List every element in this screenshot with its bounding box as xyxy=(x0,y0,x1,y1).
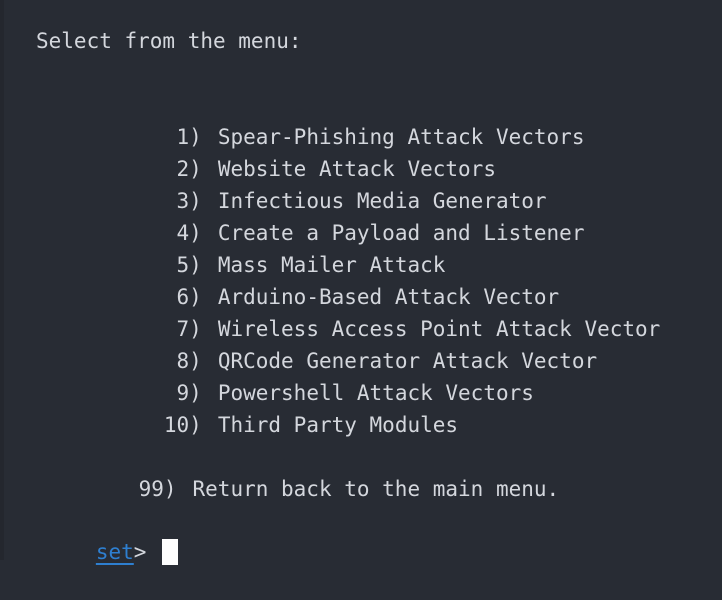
menu-item-paren: ) xyxy=(163,477,177,501)
command-input[interactable] xyxy=(146,536,179,568)
menu-item-4[interactable]: 4) Create a Payload and Listener xyxy=(0,185,722,245)
menu-item-8[interactable]: 8) QRCode Generator Attack Vector xyxy=(0,313,722,373)
menu-item-3[interactable]: 3) Infectious Media Generator xyxy=(0,153,722,213)
menu-item-1[interactable]: 1) Spear-Phishing Attack Vectors xyxy=(0,89,722,149)
menu-item-label: Third Party Modules xyxy=(217,413,459,437)
menu-item-10[interactable]: 10) Third Party Modules xyxy=(0,377,722,437)
terminal-screen[interactable]: Select from the menu: 1) Spear-Phishing A… xyxy=(0,0,722,565)
command-prompt-line[interactable]: set> xyxy=(0,504,179,565)
menu-item-5[interactable]: 5) Mass Mailer Attack xyxy=(0,217,722,277)
prompt-label-set: set xyxy=(95,540,134,564)
menu-list: 1) Spear-Phishing Attack Vectors 2) Websit… xyxy=(0,89,722,437)
menu-item-key: 10 xyxy=(163,413,190,437)
menu-item-6[interactable]: 6) Arduino-Based Attack Vector xyxy=(0,249,722,309)
text-cursor xyxy=(162,539,179,565)
menu-item-2[interactable]: 2) Website Attack Vectors xyxy=(0,121,722,181)
menu-item-99-return[interactable]: 99) Return back to the main menu. xyxy=(0,441,560,501)
menu-item-label: Return back to the main menu. xyxy=(192,477,560,501)
prompt-arrow-icon: > xyxy=(133,540,147,564)
menu-heading: Select from the menu: xyxy=(36,29,302,53)
menu-item-key: 99 xyxy=(138,477,164,501)
terminal-window[interactable]: Select from the menu: 1) Spear-Phishing A… xyxy=(0,0,722,565)
menu-item-7[interactable]: 7) Wireless Access Point Attack Vector xyxy=(0,281,722,341)
menu-item-9[interactable]: 9) Powershell Attack Vectors xyxy=(0,345,722,405)
menu-item-paren: ) xyxy=(189,413,202,437)
